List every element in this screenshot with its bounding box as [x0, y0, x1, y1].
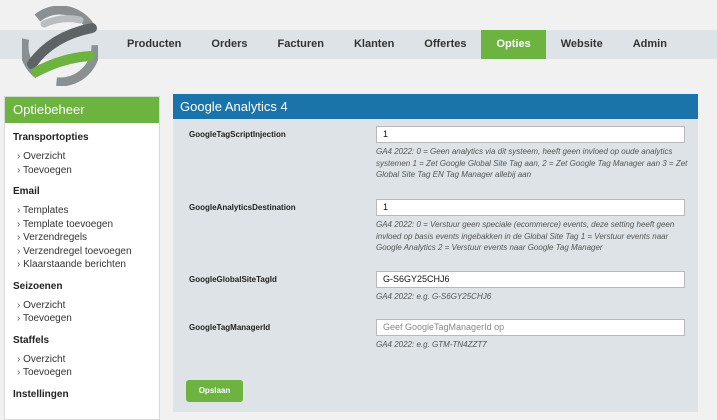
field-help-analytics-destination: GA4 2022: 0 = Verstuur geen speciale (ec…: [376, 220, 675, 252]
company-logo: [22, 6, 98, 86]
nav-item-offertes[interactable]: Offertes: [409, 30, 481, 59]
sidebar-link[interactable]: Template toevoegen: [13, 218, 159, 232]
sidebar-link[interactable]: Templates: [13, 204, 159, 218]
analytics-destination-input[interactable]: 1: [376, 199, 685, 216]
field-help-tag-script-injection: GA4 2022: 0 = Geen analytics via dit sys…: [376, 147, 688, 179]
field-label-global-site-tag-id: GoogleGlobalSiteTagId: [189, 275, 277, 284]
sidebar: Optiebeheer TransportoptiesOverzichtToev…: [4, 96, 160, 420]
tag-manager-id-input[interactable]: Geef GoogleTagManagerId op: [376, 319, 685, 336]
sidebar-section-title: Transportopties: [13, 132, 89, 143]
nav-item-opties[interactable]: Opties: [481, 30, 546, 59]
global-site-tag-id-input[interactable]: G-S6GY25CHJ6: [376, 271, 685, 288]
sidebar-link[interactable]: Klaarstaande berichten: [13, 258, 159, 272]
sidebar-section-title: Seizoenen: [13, 280, 63, 292]
nav-item-orders[interactable]: Orders: [196, 30, 262, 59]
nav-item-website[interactable]: Website: [546, 30, 618, 59]
main-nav: Producten Orders Facturen Klanten Offertes Op…: [112, 30, 682, 59]
field-help-tag-manager-id: GA4 2022: e.g. GTM-TN4ZZT7: [376, 340, 487, 349]
field-label-analytics-destination: GoogleAnalyticsDestination: [189, 203, 296, 212]
sidebar-section-title: Instellingen: [13, 388, 69, 400]
sidebar-link[interactable]: Overzicht: [13, 353, 159, 367]
nav-item-klanten[interactable]: Klanten: [339, 30, 409, 59]
sidebar-link[interactable]: Toevoegen: [13, 164, 159, 178]
sidebar-link[interactable]: Verzendregel toevoegen: [13, 245, 159, 259]
sidebar-section-title: Email: [13, 186, 40, 197]
sidebar-section-title: Staffels: [13, 334, 50, 346]
sidebar-sections: TransportoptiesOverzichtToevoegenEmailTe…: [5, 132, 159, 400]
nav-item-facturen[interactable]: Facturen: [262, 30, 338, 59]
sidebar-section: Seizoenen OverzichtToevoegen: [13, 281, 159, 326]
tag-script-injection-input[interactable]: 1: [376, 126, 685, 143]
sidebar-link[interactable]: Toevoegen: [13, 312, 159, 326]
save-button[interactable]: Opslaan: [186, 380, 243, 402]
sidebar-link[interactable]: Overzicht: [13, 299, 159, 313]
settings-panel: Google Analytics 4 GoogleTagScriptInject…: [173, 94, 698, 412]
nav-item-producten[interactable]: Producten: [112, 30, 196, 59]
sidebar-section: Staffels OverzichtToevoegen: [13, 335, 159, 380]
panel-title: Google Analytics 4: [173, 94, 698, 119]
sidebar-link[interactable]: Overzicht: [13, 150, 159, 164]
sidebar-link[interactable]: Verzendregels: [13, 231, 159, 245]
sidebar-title: Optiebeheer: [5, 97, 159, 123]
field-label-tag-script-injection: GoogleTagScriptInjection: [189, 130, 286, 139]
sidebar-section: EmailTemplatesTemplate toevoegenVerzendr…: [13, 186, 159, 272]
sidebar-link[interactable]: Toevoegen: [13, 366, 159, 380]
sidebar-section: Transportopties OverzichtToevoegen: [13, 132, 159, 177]
field-label-tag-manager-id: GoogleTagManagerId: [189, 323, 271, 332]
sidebar-section: Instellingen: [13, 389, 159, 400]
nav-item-admin[interactable]: Admin: [618, 30, 682, 59]
field-help-global-site-tag-id: GA4 2022: e.g. G-S6GY25CHJ6: [376, 292, 492, 301]
